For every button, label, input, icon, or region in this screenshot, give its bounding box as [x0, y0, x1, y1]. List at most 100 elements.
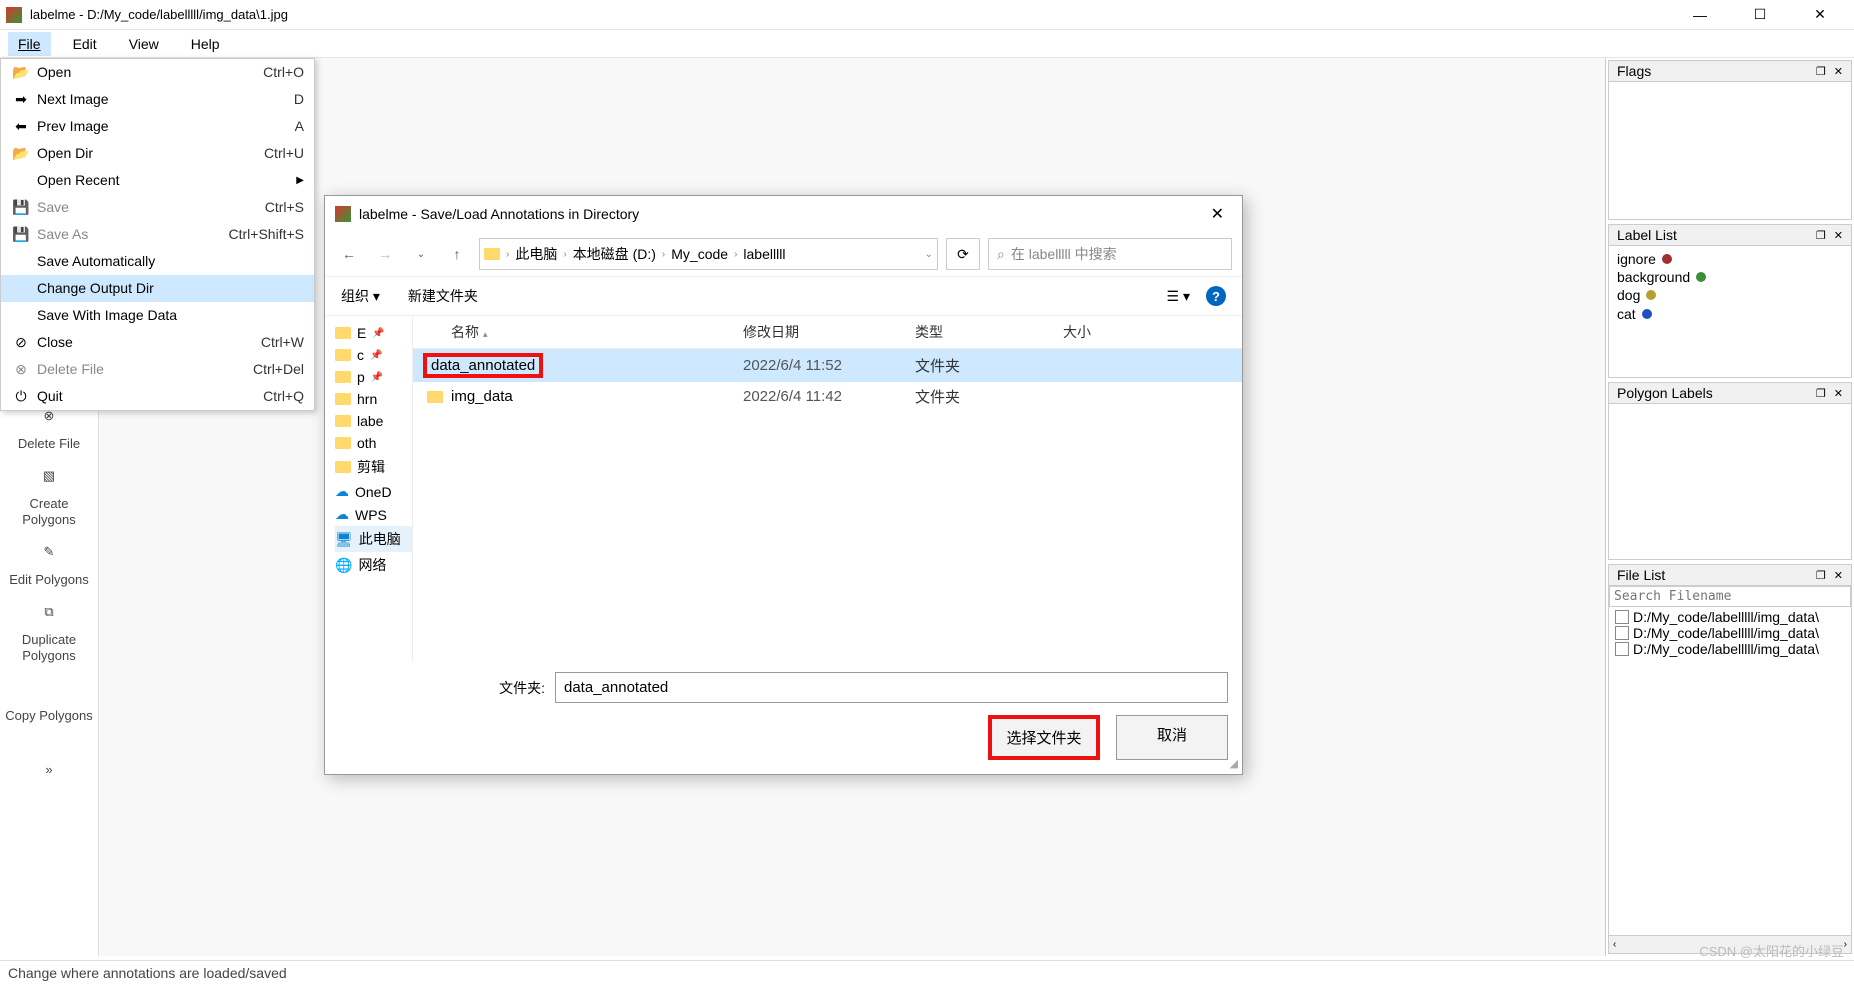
folder-name-input[interactable] — [555, 672, 1228, 703]
tool-create-polygons[interactable]: ▧Create Polygons — [4, 466, 94, 530]
column-name[interactable]: 名称▴ — [427, 322, 743, 342]
close-icon[interactable]: ✕ — [1834, 65, 1843, 78]
select-folder-button[interactable]: 选择文件夹 — [988, 715, 1100, 760]
nav-forward-button[interactable]: → — [371, 240, 399, 268]
nav-up-button[interactable]: ↑ — [443, 240, 471, 268]
breadcrumb-item[interactable]: labelllll — [743, 246, 785, 262]
cancel-button[interactable]: 取消 — [1116, 715, 1228, 760]
folder-row[interactable]: data_annotated2022/6/4 11:52文件夹 — [413, 349, 1242, 382]
label-item[interactable]: ignore — [1617, 250, 1843, 268]
checkbox[interactable] — [1615, 642, 1629, 656]
filelist-item[interactable]: D:/My_code/labelllll/img_data\ — [1615, 625, 1845, 641]
chevron-down-icon[interactable]: ⌄ — [925, 249, 933, 260]
nav-recent-button[interactable]: ⌄ — [407, 240, 435, 268]
folder-tree[interactable]: E📌c📌p📌hrnlabeoth剪辑☁OneD☁WPS🖥此电脑🌐网络 — [325, 316, 413, 662]
menu-item-save[interactable]: 💾SaveCtrl+S — [1, 194, 314, 221]
menu-view[interactable]: View — [119, 32, 169, 56]
menu-item-save-with-image-data[interactable]: Save With Image Data — [1, 302, 314, 329]
close-icon[interactable]: ✕ — [1834, 229, 1843, 242]
folder-icon — [427, 391, 443, 403]
checkbox[interactable] — [1615, 610, 1629, 624]
tree-item[interactable]: ☁OneD — [335, 480, 412, 503]
folder-row[interactable]: img_data2022/6/4 11:42文件夹 — [413, 382, 1242, 411]
menu-item-change-output-dir[interactable]: Change Output Dir — [1, 275, 314, 302]
tree-item[interactable]: 剪辑 — [335, 454, 412, 480]
menu-file[interactable]: File — [8, 32, 51, 56]
tool-duplicate-polygons[interactable]: ⧉Duplicate Polygons — [4, 602, 94, 666]
new-folder-button[interactable]: 新建文件夹 — [408, 286, 478, 306]
float-icon[interactable]: ❐ — [1816, 229, 1826, 242]
menu-icon: 💾 — [11, 227, 31, 243]
label-item[interactable]: cat — [1617, 305, 1843, 323]
menu-edit[interactable]: Edit — [63, 32, 107, 56]
menu-item-open[interactable]: 📂OpenCtrl+O — [1, 59, 314, 86]
tool-copy-polygons[interactable]: Copy Polygons — [4, 670, 94, 734]
menu-item-open-dir[interactable]: 📂Open DirCtrl+U — [1, 140, 314, 167]
label-item[interactable]: background — [1617, 268, 1843, 286]
help-icon[interactable]: ? — [1206, 286, 1226, 306]
menu-item-next-image[interactable]: ➡Next ImageD — [1, 86, 314, 113]
view-mode-button[interactable]: ☰ ▾ — [1167, 288, 1190, 305]
menu-item-open-recent[interactable]: Open Recent▶ — [1, 167, 314, 194]
folder-icon — [335, 371, 351, 383]
menu-icon — [11, 281, 31, 297]
menu-item-save-automatically[interactable]: Save Automatically — [1, 248, 314, 275]
tree-item[interactable]: E📌 — [335, 322, 412, 344]
edit-icon: ✎ — [37, 544, 61, 568]
tree-item[interactable]: ☁WPS — [335, 503, 412, 526]
resize-grip[interactable]: ◢ — [1230, 757, 1238, 770]
folder-icon — [335, 415, 351, 427]
breadcrumb[interactable]: › 此电脑› 本地磁盘 (D:)› My_code› labelllll ⌄ — [479, 238, 938, 270]
menu-icon: ⊘ — [11, 335, 31, 351]
menu-item-prev-image[interactable]: ⬅Prev ImageA — [1, 113, 314, 140]
dialog-title: labelme - Save/Load Annotations in Direc… — [359, 206, 1203, 222]
menu-item-save-as[interactable]: 💾Save AsCtrl+Shift+S — [1, 221, 314, 248]
breadcrumb-item[interactable]: 此电脑 — [515, 244, 557, 264]
nav-back-button[interactable]: ← — [335, 240, 363, 268]
column-date[interactable]: 修改日期 — [743, 322, 915, 342]
search-icon: ⌕ — [997, 246, 1005, 263]
breadcrumb-item[interactable]: 本地磁盘 (D:) — [573, 244, 656, 264]
close-button[interactable]: ✕ — [1802, 2, 1838, 28]
folder-icon — [335, 461, 351, 473]
label-item[interactable]: dog — [1617, 286, 1843, 304]
float-icon[interactable]: ❐ — [1816, 65, 1826, 78]
menu-item-quit[interactable]: ⏻QuitCtrl+Q — [1, 383, 314, 410]
float-icon[interactable]: ❐ — [1816, 569, 1826, 582]
close-icon[interactable]: ✕ — [1834, 569, 1843, 582]
filelist-item[interactable]: D:/My_code/labelllll/img_data\ — [1615, 641, 1845, 657]
refresh-button[interactable]: ⟳ — [946, 238, 980, 270]
menu-item-delete-file[interactable]: ⊗Delete FileCtrl+Del — [1, 356, 314, 383]
filelist-search-input[interactable] — [1609, 586, 1851, 607]
right-panels: Flags ❐✕ Label List ❐✕ ignorebackgroundd… — [1605, 58, 1854, 956]
float-icon[interactable]: ❐ — [1816, 387, 1826, 400]
tree-item[interactable]: oth — [335, 432, 412, 454]
column-size[interactable]: 大小 — [1063, 322, 1228, 342]
dialog-close-button[interactable]: ✕ — [1203, 204, 1232, 224]
network-icon: 🌐 — [335, 557, 352, 574]
maximize-button[interactable]: ☐ — [1742, 2, 1778, 28]
file-menu-dropdown: 📂OpenCtrl+O➡Next ImageD⬅Prev ImageA📂Open… — [0, 58, 315, 411]
toolbar-overflow[interactable]: » — [4, 738, 94, 802]
tree-item[interactable]: labe — [335, 410, 412, 432]
menu-help[interactable]: Help — [181, 32, 230, 56]
menu-item-close[interactable]: ⊘CloseCtrl+W — [1, 329, 314, 356]
color-dot-icon — [1662, 254, 1672, 264]
panel-polygon-labels: Polygon Labels ❐✕ — [1608, 382, 1852, 560]
tree-item[interactable]: c📌 — [335, 344, 412, 366]
tree-item[interactable]: 🌐网络 — [335, 552, 412, 578]
checkbox[interactable] — [1615, 626, 1629, 640]
tree-item[interactable]: p📌 — [335, 366, 412, 388]
close-icon[interactable]: ✕ — [1834, 387, 1843, 400]
dialog-search-input[interactable]: ⌕ 在 labelllll 中搜索 — [988, 238, 1232, 270]
breadcrumb-item[interactable]: My_code — [671, 246, 728, 262]
minimize-button[interactable]: — — [1682, 2, 1718, 28]
tree-item[interactable]: 🖥此电脑 — [335, 526, 412, 552]
tree-item[interactable]: hrn — [335, 388, 412, 410]
menu-icon — [11, 308, 31, 324]
column-type[interactable]: 类型 — [915, 322, 1063, 342]
organize-button[interactable]: 组织 ▾ — [341, 286, 380, 306]
filelist-item[interactable]: D:/My_code/labelllll/img_data\ — [1615, 609, 1845, 625]
menu-icon: 📂 — [11, 146, 31, 162]
tool-edit-polygons[interactable]: ✎Edit Polygons — [4, 534, 94, 598]
